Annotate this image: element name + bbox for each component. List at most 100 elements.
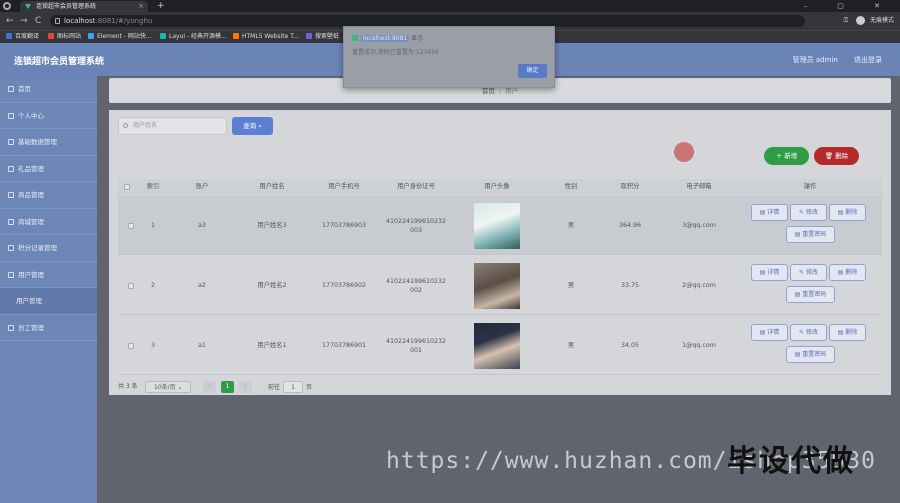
sidebar-item-gifts[interactable]: 礼品管理 <box>0 156 97 182</box>
reset-password-button[interactable]: ▤ 重置密码 <box>786 226 835 243</box>
sidebar-item-profile[interactable]: 个人中心 <box>0 103 97 129</box>
next-page-button[interactable]: › <box>239 381 252 393</box>
cell-avatar <box>452 196 542 255</box>
bookmark-item[interactable]: Layui - 经典开源模... <box>160 31 227 43</box>
delete-button[interactable]: 🗑 删除 <box>814 147 859 165</box>
col-name: 用户姓名 <box>259 183 285 190</box>
bookmark-item[interactable]: HTML5 Website T... <box>233 31 299 43</box>
info-icon[interactable] <box>55 18 60 24</box>
sidebar-item-points[interactable]: 积分记录管理 <box>0 235 97 262</box>
cell-index: 2 <box>150 282 155 289</box>
row-delete-button[interactable]: ▤ 删除 <box>829 324 866 341</box>
avatar-image <box>474 202 520 249</box>
bookmark-item[interactable]: Element - 网站快... <box>88 31 152 43</box>
dialog-host: localhost:8081 <box>361 35 410 42</box>
reset-password-button[interactable]: ▤ 重置密码 <box>786 346 835 363</box>
tab-close-icon[interactable]: × <box>138 1 144 12</box>
sidebar-item-home[interactable]: 首页 <box>0 76 97 103</box>
detail-button[interactable]: ▤ 详情 <box>751 264 788 281</box>
search-input[interactable]: 用户姓名 <box>118 117 227 135</box>
site-favicon-icon <box>352 35 358 41</box>
cell-phone: 17703786901 <box>321 342 367 349</box>
bookmark-item[interactable]: 搜索壁纸 <box>306 31 339 43</box>
row-actions: ▤ 详情 ✎ 修改 ▤ 删除 ▤ 重置密码 <box>751 264 879 308</box>
edit-button[interactable]: ✎ 修改 <box>790 204 827 221</box>
record-icon <box>8 245 14 251</box>
cell-gender: 男 <box>567 342 575 349</box>
cell-account: a3 <box>198 222 206 229</box>
breadcrumb-home[interactable]: 首页 <box>482 87 495 95</box>
search-icon <box>123 123 128 128</box>
cell-id-number: 410224199610232 002 <box>385 277 447 294</box>
dialog-message: 重置成功,密码已重置为:123456 <box>352 49 439 56</box>
reset-password-button[interactable]: ▤ 重置密码 <box>786 286 835 303</box>
dialog-ok-button[interactable]: 确定 <box>518 64 547 78</box>
table-row: 1 a3 用户姓名3 17703786903 410224199610232 00… <box>118 196 882 255</box>
search-placeholder: 用户姓名 <box>133 122 158 129</box>
col-avatar: 用户头像 <box>484 183 510 190</box>
page-size-select[interactable]: 10条/页 ⌄ <box>145 381 191 393</box>
goto-page: 前往 1 页 <box>268 381 312 394</box>
window-controls[interactable]: – ▢ ✕ <box>804 0 894 12</box>
browser-tab[interactable]: 连锁超市会员管理系统 × <box>20 1 148 12</box>
detail-button[interactable]: ▤ 详情 <box>751 324 788 341</box>
key-icon[interactable]: ⚿ <box>844 17 849 24</box>
col-actions: 操作 <box>803 183 817 190</box>
reload-button[interactable]: C <box>35 15 41 27</box>
edit-button[interactable]: ✎ 修改 <box>790 324 827 341</box>
row-delete-button[interactable]: ▤ 删除 <box>829 204 866 221</box>
new-tab-button[interactable]: + <box>157 0 165 12</box>
cell-index: 1 <box>150 222 155 229</box>
cell-id-number: 410224199610232 003 <box>385 217 447 234</box>
users-icon <box>8 271 14 278</box>
incognito-avatar-icon <box>856 16 866 25</box>
sidebar-item-staff[interactable]: 员工管理 <box>0 315 97 341</box>
cell-name: 用户姓名1 <box>257 342 287 349</box>
cell-points: 33.75 <box>620 282 640 289</box>
select-all-checkbox[interactable] <box>124 184 138 190</box>
browser-tabstrip: 连锁超市会员管理系统 × + – ▢ ✕ <box>0 0 900 12</box>
col-index: 索引 <box>146 183 160 190</box>
cell-email: 1@qq.com <box>682 342 716 349</box>
back-button[interactable]: ← <box>6 15 14 27</box>
profile-area[interactable]: ⚿ 无痕模式 <box>844 15 894 27</box>
edit-button[interactable]: ✎ 修改 <box>790 264 827 281</box>
prev-page-button[interactable]: ‹ <box>203 381 216 393</box>
query-button[interactable]: 查询 ⌕ <box>232 117 273 135</box>
detail-button[interactable]: ▤ 详情 <box>751 204 788 221</box>
bookmark-item[interactable]: 百度翻译 <box>6 31 39 43</box>
goto-page-input[interactable]: 1 <box>283 381 304 393</box>
bookmark-icon <box>48 33 54 39</box>
bookmark-icon <box>88 33 94 39</box>
app-root: 连锁超市会员管理系统 管理员 admin 退出登录 首页 个人中心 基础数据管理… <box>0 43 900 503</box>
brand-title: 连锁超市会员管理系统 <box>14 57 105 67</box>
row-checkbox[interactable] <box>124 316 138 375</box>
chrome-menu-icon[interactable] <box>3 2 11 10</box>
vue-favicon-icon <box>25 4 31 9</box>
bookmark-icon <box>306 33 312 39</box>
avatar-image <box>474 262 520 309</box>
add-button[interactable]: ＋ 新增 <box>764 147 809 165</box>
shop-icon <box>8 218 14 225</box>
sidebar-item-basic-data[interactable]: 基础数据管理 <box>0 129 97 156</box>
sidebar-item-goods[interactable]: 商品管理 <box>0 182 97 209</box>
row-actions: ▤ 详情 ✎ 修改 ▤ 删除 ▤ 重置密码 <box>751 324 879 368</box>
forward-button[interactable]: → <box>20 15 28 27</box>
table-row: 2 a2 用户姓名2 17703786902 410224199610232 00… <box>118 256 882 315</box>
user-label: 管理员 admin <box>792 56 838 64</box>
sidebar-item-users[interactable]: 用户管理 <box>0 262 97 288</box>
row-delete-button[interactable]: ▤ 删除 <box>829 264 866 281</box>
logout-button[interactable]: 退出登录 <box>854 56 882 64</box>
page-number-current[interactable]: 1 <box>221 381 234 393</box>
cell-account: a1 <box>198 342 206 349</box>
bookmark-item[interactable]: 图标网站 <box>48 31 81 43</box>
pagination-total: 共 3 条 <box>118 383 138 390</box>
gift-icon <box>8 165 14 172</box>
sidebar-item-mall[interactable]: 商城管理 <box>0 209 97 235</box>
sidebar-subitem-users[interactable]: 用户管理 <box>0 288 97 315</box>
row-checkbox[interactable] <box>124 256 138 315</box>
col-id-number: 用户身份证号 <box>397 183 435 190</box>
cell-email: 2@qq.com <box>682 282 716 289</box>
row-checkbox[interactable] <box>124 196 138 255</box>
cell-email: 3@qq.com <box>682 222 716 229</box>
